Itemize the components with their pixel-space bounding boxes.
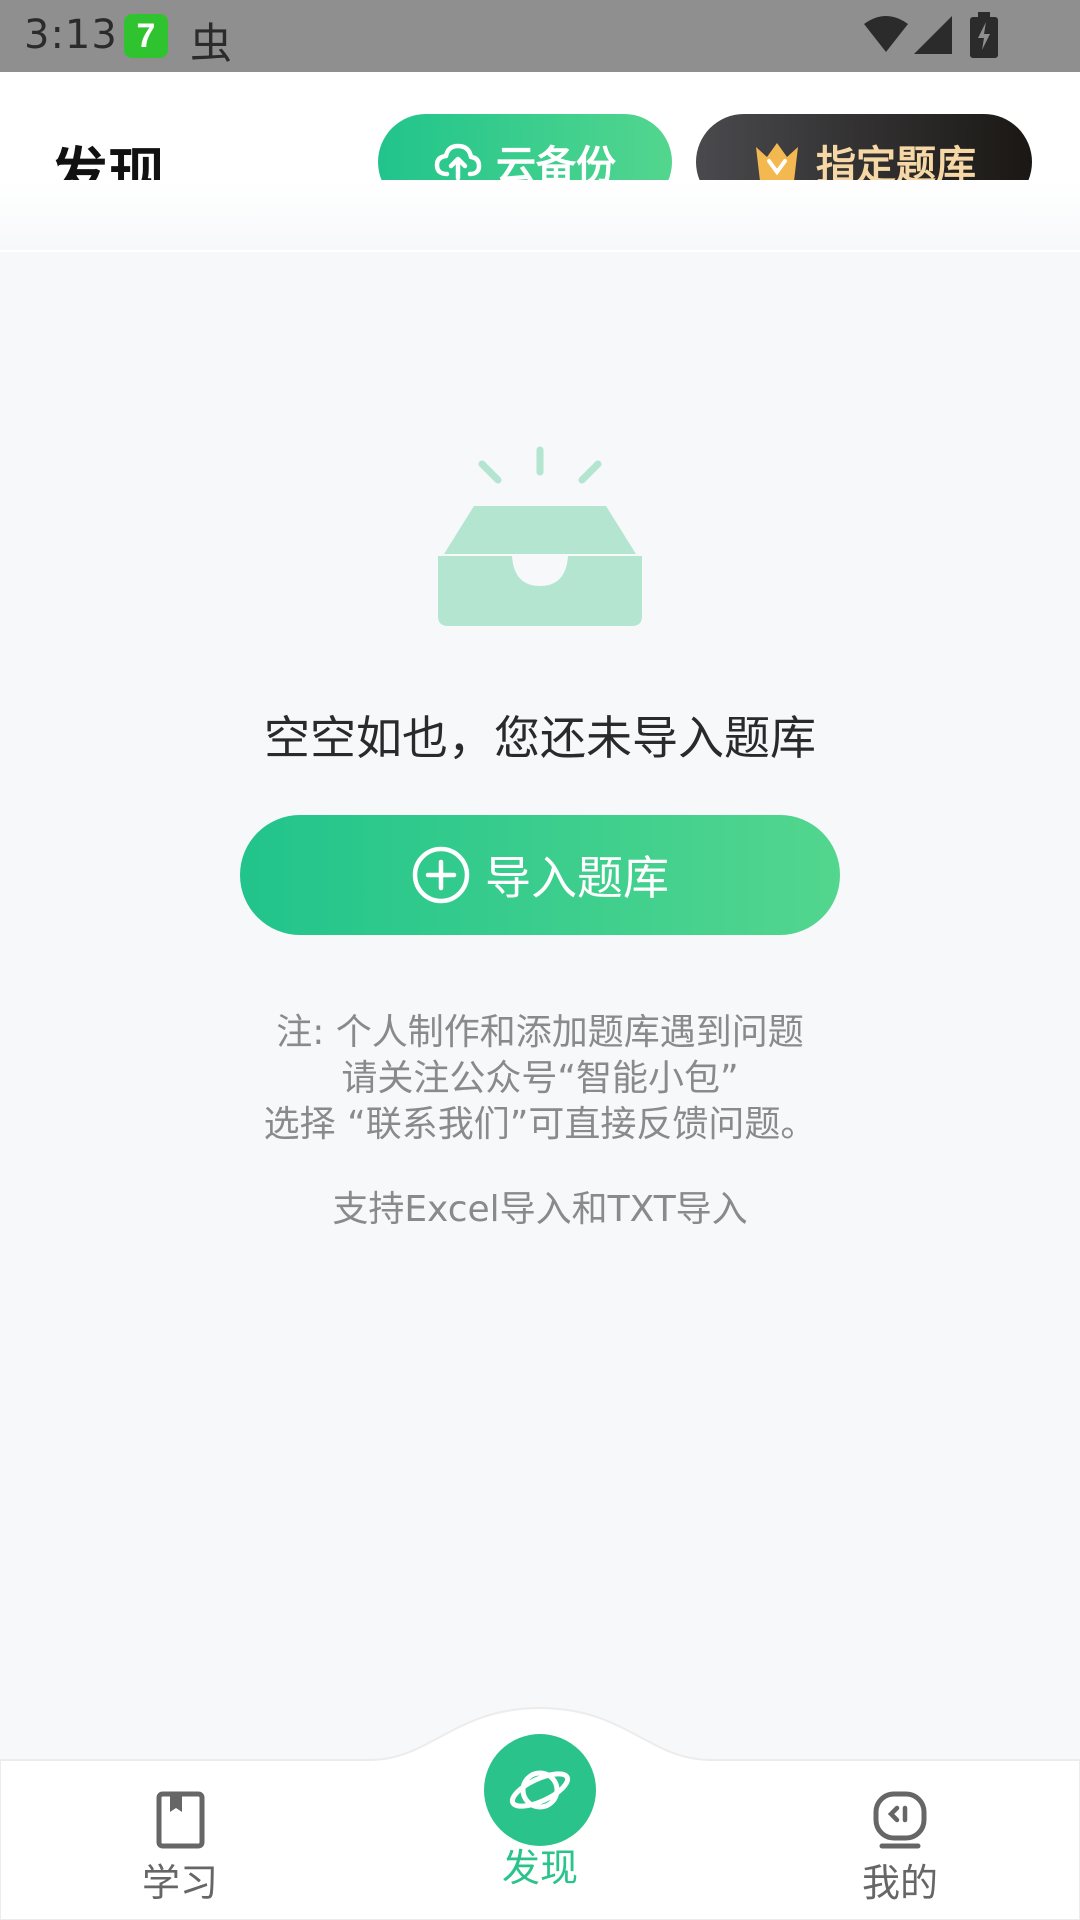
- empty-box-icon: [438, 446, 642, 626]
- nav-item-mine[interactable]: 我的: [810, 1790, 990, 1907]
- nav-label-mine: 我的: [861, 1861, 938, 1905]
- bug-notification-icon: 虫: [190, 19, 233, 68]
- discover-page: 3:13 7 虫 发现 云备份 指定题库 空空如也，您还未导入题库 导入题库 注…: [0, 0, 1080, 1920]
- cellular-signal-icon: [914, 16, 952, 54]
- book-icon: [156, 1791, 205, 1849]
- planet-icon: [509, 1770, 571, 1810]
- supported-formats-text: 支持Excel导入和TXT导入: [332, 1189, 748, 1230]
- import-bank-button[interactable]: 导入题库: [240, 815, 840, 935]
- help-note: 注: 个人制作和添加题库遇到问题 请关注公众号“智能小包” 选择 “联系我们”可…: [0, 1010, 1080, 1148]
- app-notification-icon: 7: [124, 14, 168, 58]
- note-line: 选择 “联系我们”可直接反馈问题。: [263, 1104, 817, 1145]
- note-line: 注: 个人制作和添加题库遇到问题: [276, 1012, 804, 1053]
- nav-label-wrap-discover: 发现: [450, 1835, 630, 1892]
- nav-item-discover[interactable]: [484, 1734, 596, 1846]
- face-icon: [873, 1791, 927, 1849]
- nav-item-study[interactable]: 学习: [90, 1790, 270, 1907]
- add-circle-icon: [412, 846, 470, 904]
- import-bank-label: 导入题库: [485, 851, 669, 905]
- bottom-navigation: 学习 发现 我的: [0, 1700, 1080, 1920]
- status-bar: 3:13 7 虫: [0, 0, 1080, 72]
- status-time: 3:13: [24, 12, 118, 58]
- header-fade: [0, 180, 1080, 250]
- nav-label-discover: 发现: [501, 1846, 578, 1890]
- wifi-icon: [864, 16, 908, 52]
- battery-charging-icon: [970, 12, 998, 58]
- empty-state-message: 空空如也，您还未导入题库: [264, 711, 816, 765]
- crown-icon: [756, 143, 798, 181]
- note-line: 请关注公众号“智能小包”: [341, 1058, 739, 1099]
- cloud-upload-icon: [434, 143, 482, 181]
- nav-label-study: 学习: [141, 1861, 218, 1905]
